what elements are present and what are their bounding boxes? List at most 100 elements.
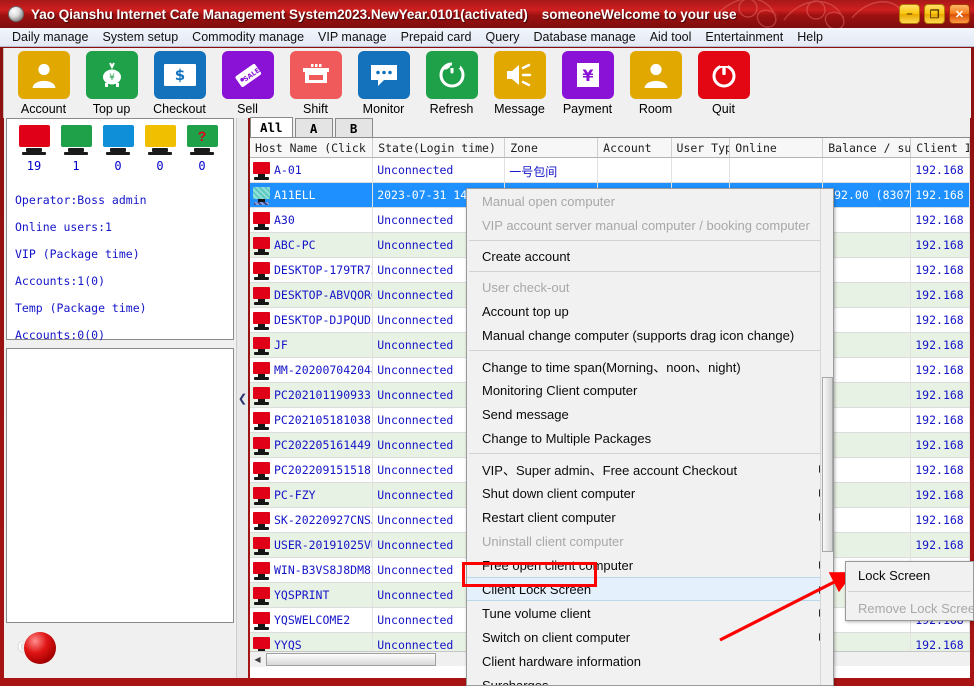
person-icon <box>17 51 70 99</box>
table-header-row: Host Name (Click SoState(Login time)Zone… <box>250 138 971 158</box>
maximize-button[interactable]: ❐ <box>924 4 945 24</box>
cell-balance <box>823 233 912 257</box>
cell-state: Unconnected <box>373 158 506 182</box>
menu-separator <box>469 350 831 351</box>
context-menu-item[interactable]: Account top up <box>467 299 833 323</box>
context-menu-item-label: Tune volume client <box>482 605 591 621</box>
context-menu-item[interactable]: Tune volume client <box>467 601 833 625</box>
toolbar-checkout-button[interactable]: $ Checkout <box>146 48 213 116</box>
application-window: Yao Qianshu Internet Cafe Management Sys… <box>0 0 974 686</box>
computer-status-icon <box>252 461 271 480</box>
column-header[interactable]: Zone <box>505 138 599 157</box>
cell-host: ABC-PC <box>250 233 374 257</box>
toolbar-button-label: Checkout <box>153 102 206 116</box>
menu-vip-manage[interactable]: VIP manage <box>311 29 394 45</box>
context-menu-item[interactable]: Restart client computer <box>467 505 833 529</box>
monitor-screen-icon: ? <box>186 125 218 147</box>
cell-ip: 192.168 <box>911 433 970 457</box>
column-header[interactable]: User Typ <box>672 138 731 157</box>
menu-daily-manage[interactable]: Daily manage <box>5 29 95 45</box>
menu-aid-tool[interactable]: Aid tool <box>643 29 699 45</box>
toolbar-button-label: Top up <box>92 102 131 116</box>
toolbar-room-button[interactable]: Room <box>622 48 689 116</box>
context-menu-item[interactable]: Client hardware information <box>467 649 833 673</box>
context-menu-item-label: Manual change computer (supports drag ic… <box>482 327 795 343</box>
submenu-item[interactable]: Lock Screen <box>846 562 973 588</box>
cell-balance <box>823 383 912 407</box>
toolbar-monitor-button[interactable]: Monitor <box>350 48 417 116</box>
cell-host: PC202205161449 <box>250 433 374 457</box>
chevron-left-icon: ❮ <box>237 392 248 405</box>
scroll-left-arrow[interactable]: ◀ <box>250 651 265 667</box>
panel-collapse-handle[interactable]: ❮ <box>236 118 248 678</box>
cell-balance <box>823 258 912 282</box>
computer-status-icon <box>252 186 271 205</box>
toolbar-refresh-button[interactable]: Refresh <box>418 48 485 116</box>
context-scroll-thumb[interactable] <box>822 377 833 552</box>
context-menu-item[interactable]: Change to Multiple Packages <box>467 426 833 450</box>
context-menu-item[interactable]: Switch on client computer <box>467 625 833 649</box>
tab-all[interactable]: All <box>250 117 293 137</box>
toolbar-button-label: Room <box>638 102 673 116</box>
toolbar-account-button[interactable]: Account <box>10 48 77 116</box>
toolbar-payment-button[interactable]: ¥ Payment <box>554 48 621 116</box>
close-button[interactable]: ✕ <box>949 4 970 24</box>
table-row[interactable]: A-01 Unconnected 一号包间 192.168 <box>250 158 970 183</box>
computer-status-icon <box>252 486 271 505</box>
column-header[interactable]: Account <box>598 138 672 157</box>
red-sphere-icon <box>24 632 56 664</box>
tab-a[interactable]: A <box>294 118 333 137</box>
column-header[interactable]: Balance / surpl <box>823 138 912 157</box>
cell-ip: 192.168 <box>911 333 970 357</box>
client-context-menu: Manual open computer VIP account server m… <box>466 188 834 686</box>
context-menu-item-label: Surcharges <box>482 677 549 686</box>
toolbar-sell-button[interactable]: SALE Sell <box>214 48 281 116</box>
context-menu-item[interactable]: Manual change computer (supports drag ic… <box>467 323 833 347</box>
context-menu-item-label: VIP account server manual computer / boo… <box>482 217 810 233</box>
toolbar-message-button[interactable]: Message <box>486 48 553 116</box>
context-menu-item[interactable]: VIP、Super admin、Free account Checkout <box>467 457 833 481</box>
cell-balance <box>823 283 912 307</box>
menu-system-setup[interactable]: System setup <box>95 29 185 45</box>
context-menu-item[interactable]: Client Lock Screen <box>467 577 833 601</box>
column-header[interactable]: Client I <box>911 138 971 157</box>
toolbar-top-up-button[interactable]: ¥ Top up <box>78 48 145 116</box>
context-menu-scrollbar[interactable] <box>820 189 833 685</box>
context-menu-item[interactable]: Shut down client computer <box>467 481 833 505</box>
left-secondary-box <box>6 348 234 623</box>
minimize-button[interactable]: – <box>899 4 920 24</box>
monitor-count: 0 <box>114 159 122 173</box>
computer-status-icon <box>252 261 271 280</box>
scroll-thumb[interactable] <box>266 652 436 666</box>
column-header[interactable]: Host Name (Click So <box>250 138 374 157</box>
context-menu-item[interactable]: Send message <box>467 402 833 426</box>
toolbar-button-label: Account <box>20 102 67 116</box>
left-panel: 19 1 0 0? 0 Operator:Boss admin Online users:… <box>4 118 236 678</box>
cell-ip: 192.168 <box>911 458 970 482</box>
context-menu-item[interactable]: Create account <box>467 244 833 268</box>
toolbar-shift-button[interactable]: Shift <box>282 48 349 116</box>
context-menu-item[interactable]: Free open client computer <box>467 553 833 577</box>
menu-database-manage[interactable]: Database manage <box>527 29 643 45</box>
cell-ip: 192.168 <box>911 258 970 282</box>
cell-balance <box>823 208 912 232</box>
context-menu-item[interactable]: Surcharges <box>467 673 833 686</box>
column-header[interactable]: Online <box>730 138 824 157</box>
tab-b[interactable]: B <box>334 118 373 137</box>
context-menu-item[interactable]: Change to time span(Morning、noon、night) <box>467 354 833 378</box>
menu-query[interactable]: Query <box>478 29 526 45</box>
cell-host: YQSPRINT <box>250 583 374 607</box>
window-title: Yao Qianshu Internet Cafe Management Sys… <box>31 6 528 22</box>
monitor-screen-icon <box>60 125 92 147</box>
menu-prepaid-card[interactable]: Prepaid card <box>394 29 479 45</box>
menu-help[interactable]: Help <box>790 29 830 45</box>
menu-entertainment[interactable]: Entertainment <box>698 29 790 45</box>
cell-balance <box>823 508 912 532</box>
toolbar-quit-button[interactable]: Quit <box>690 48 757 116</box>
monitor-count: 0 <box>156 159 164 173</box>
monitor-legend-offline: 19 <box>13 125 55 173</box>
column-header[interactable]: State(Login time) <box>373 138 506 157</box>
menu-commodity-manage[interactable]: Commodity manage <box>185 29 311 45</box>
host-name-label: PC-FZY <box>274 488 316 502</box>
context-menu-item[interactable]: Monitoring Client computer <box>467 378 833 402</box>
